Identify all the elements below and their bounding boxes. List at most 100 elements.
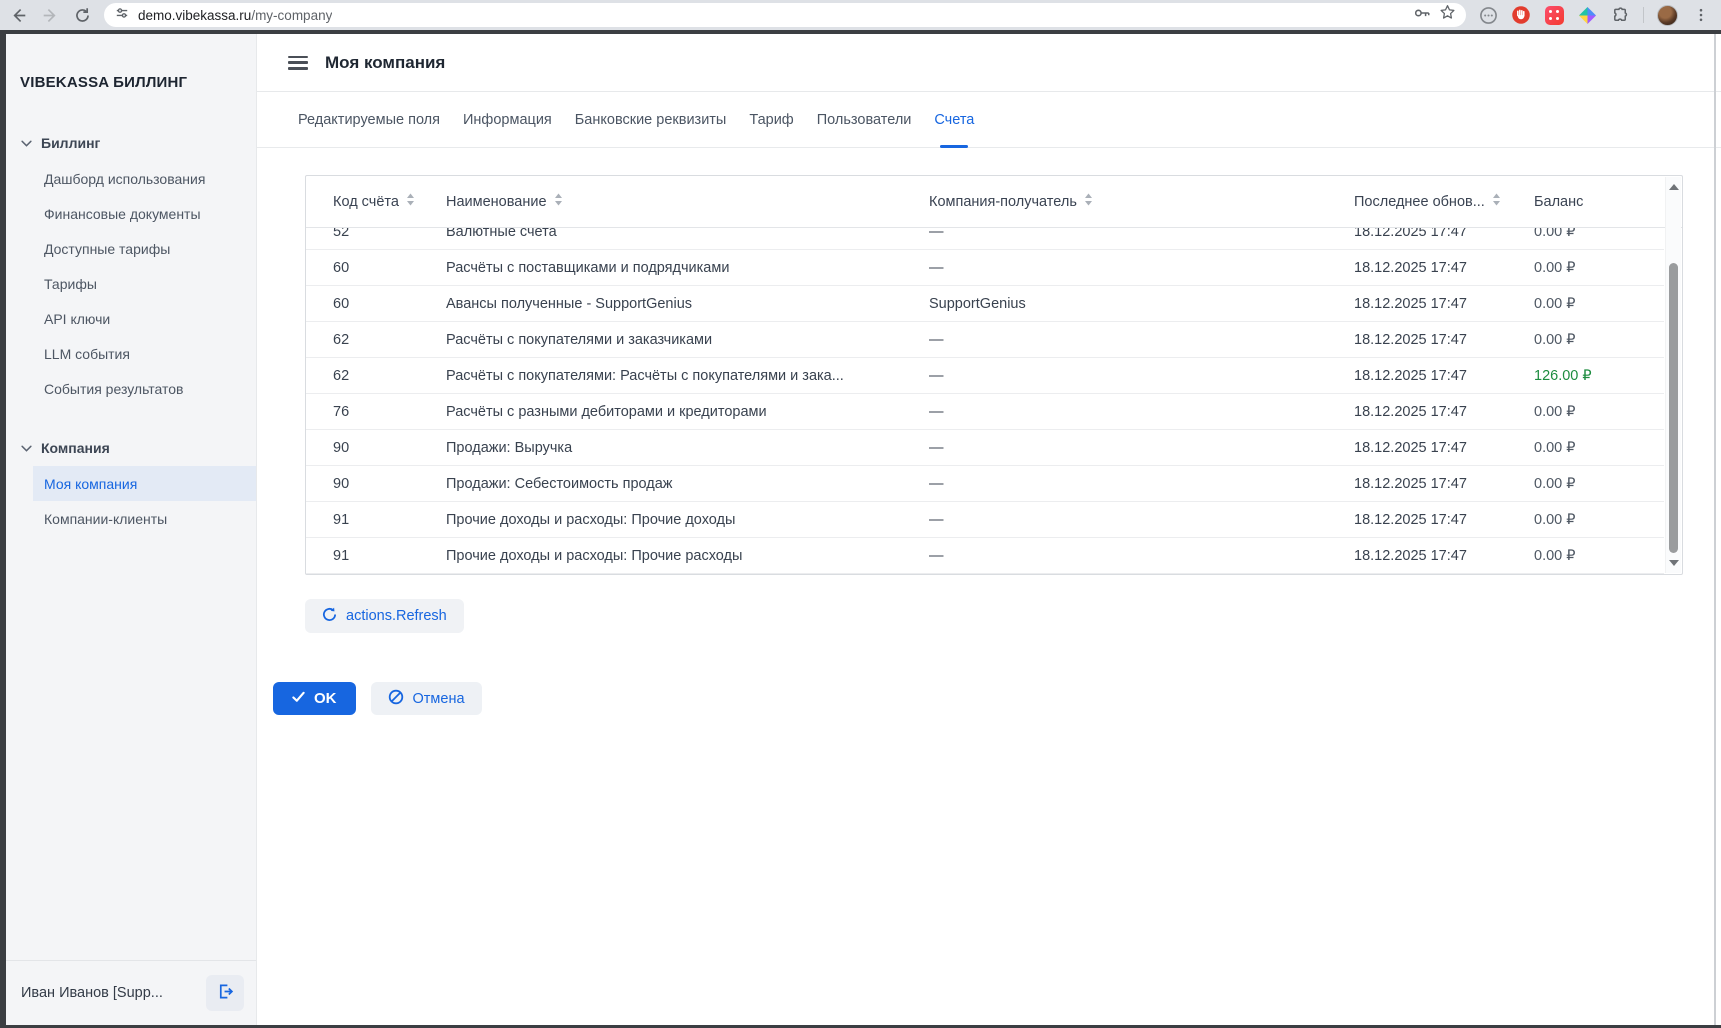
scrollbar-up-arrow-icon[interactable] [1669, 184, 1679, 190]
sort-icon [1084, 193, 1093, 210]
cell-recipient-company: — [929, 228, 1354, 240]
address-bar[interactable]: demo.vibekassa.ru/my-company [104, 3, 1466, 27]
sort-icon [554, 193, 563, 210]
profile-avatar[interactable] [1657, 5, 1678, 26]
logout-button[interactable] [206, 975, 244, 1011]
table-row[interactable]: 91 Прочие доходы и расходы: Прочие расхо… [306, 538, 1664, 574]
table-viewport: 52 Валютные счета — 18.12.2025 17:47 0.0… [306, 228, 1664, 574]
tab[interactable]: Тариф [749, 92, 793, 147]
check-icon [292, 690, 305, 707]
section-header-company[interactable]: Компания [6, 430, 256, 466]
url-text[interactable]: demo.vibekassa.ru/my-company [138, 8, 332, 23]
url-path: /my-company [251, 8, 332, 23]
hamburger-menu-icon[interactable] [288, 56, 308, 70]
circle-dots-extension-icon[interactable] [1478, 5, 1498, 25]
tab[interactable]: Счета [934, 92, 974, 147]
page-scrollbar[interactable] [1714, 34, 1716, 1025]
nav-section-billing: Биллинг Дашборд использования Финансовые… [6, 125, 256, 406]
cancel-button[interactable]: Отмена [371, 682, 482, 715]
refresh-button[interactable]: actions.Refresh [305, 599, 464, 633]
cell-account-name: Расчёты с покупателями и заказчиками [446, 332, 929, 348]
table-rows: 52 Валютные счета — 18.12.2025 17:47 0.0… [306, 228, 1664, 574]
password-key-icon[interactable] [1413, 4, 1431, 27]
cell-account-code: 90 [333, 440, 446, 456]
column-header[interactable]: Наименование [446, 193, 929, 210]
window-frame-left [0, 34, 6, 1028]
cell-last-updated: 18.12.2025 17:47 [1354, 296, 1534, 312]
table-row[interactable]: 60 Авансы полученные - SupportGenius Sup… [306, 286, 1664, 322]
cell-balance: 126.00 ₽ [1534, 368, 1664, 384]
diamond-extension-icon[interactable] [1577, 5, 1597, 25]
chevron-down-icon [21, 439, 32, 457]
tab-label: Счета [934, 112, 974, 128]
section-label: Биллинг [41, 135, 100, 151]
sidebar-item[interactable]: Компании-клиенты [33, 501, 256, 536]
browser-menu-icon[interactable] [1691, 5, 1711, 25]
stop-hand-adblock-icon[interactable] [1511, 5, 1531, 25]
bookmark-star-icon[interactable] [1439, 4, 1456, 26]
sidebar-item[interactable]: Моя компания [33, 466, 256, 501]
table-row[interactable]: 60 Расчёты с поставщиками и подрядчиками… [306, 250, 1664, 286]
cell-account-code: 60 [333, 260, 446, 276]
cell-account-name: Авансы полученные - SupportGenius [446, 296, 929, 312]
site-info-icon[interactable] [114, 5, 130, 26]
accounts-table: Код счёта Наименование [305, 175, 1683, 575]
column-header[interactable]: Последнее обнов... [1354, 193, 1534, 210]
column-header[interactable]: Компания-получатель [929, 193, 1354, 210]
ok-button[interactable]: OK [273, 682, 356, 715]
extension-cluster [1478, 5, 1711, 26]
sidebar-item[interactable]: LLM события [33, 336, 256, 371]
cell-last-updated: 18.12.2025 17:47 [1354, 332, 1534, 348]
browser-forward-icon[interactable] [40, 5, 60, 25]
table-row[interactable]: 52 Валютные счета — 18.12.2025 17:47 0.0… [306, 228, 1664, 250]
ok-label: OK [314, 690, 337, 707]
cell-balance: 0.00 ₽ [1534, 440, 1664, 456]
pink-grid-extension-icon[interactable] [1544, 5, 1564, 25]
sidebar-item-label: Моя компания [44, 476, 137, 492]
scrollbar-down-arrow-icon[interactable] [1669, 560, 1679, 566]
column-header[interactable]: Код счёта [333, 193, 446, 210]
browser-back-icon[interactable] [8, 5, 28, 25]
column-label: Код счёта [333, 194, 399, 210]
tab-label: Тариф [749, 112, 793, 128]
column-header[interactable]: Баланс [1534, 194, 1664, 210]
scrollbar-thumb[interactable] [1669, 263, 1678, 553]
section-header-billing[interactable]: Биллинг [6, 125, 256, 161]
cell-recipient-company: — [929, 440, 1354, 456]
cell-account-code: 62 [333, 368, 446, 384]
toolbar-separator [1643, 7, 1644, 23]
sidebar-item-label: Доступные тарифы [44, 241, 170, 257]
tab[interactable]: Банковские реквизиты [575, 92, 727, 147]
sidebar-item[interactable]: Доступные тарифы [33, 231, 256, 266]
cell-recipient-company: — [929, 404, 1354, 420]
cell-last-updated: 18.12.2025 17:47 [1354, 260, 1534, 276]
table-row[interactable]: 91 Прочие доходы и расходы: Прочие доход… [306, 502, 1664, 538]
table-row[interactable]: 62 Расчёты с покупателями и заказчиками … [306, 322, 1664, 358]
cell-account-code: 60 [333, 296, 446, 312]
tab[interactable]: Информация [463, 92, 552, 147]
table-row[interactable]: 62 Расчёты с покупателями: Расчёты с пок… [306, 358, 1664, 394]
table-row[interactable]: 90 Продажи: Выручка — 18.12.2025 17:47 0… [306, 430, 1664, 466]
tab[interactable]: Редактируемые поля [298, 92, 440, 147]
table-row[interactable]: 76 Расчёты с разными дебиторами и кредит… [306, 394, 1664, 430]
cell-balance: 0.00 ₽ [1534, 332, 1664, 348]
puzzle-extensions-icon[interactable] [1610, 5, 1630, 25]
sidebar-item[interactable]: API ключи [33, 301, 256, 336]
refresh-label: actions.Refresh [346, 608, 447, 624]
cell-last-updated: 18.12.2025 17:47 [1354, 404, 1534, 420]
tab[interactable]: Пользователи [817, 92, 912, 147]
cell-account-name: Прочие доходы и расходы: Прочие доходы [446, 512, 929, 528]
browser-toolbar: demo.vibekassa.ru/my-company [0, 0, 1721, 30]
sidebar-item[interactable]: Тарифы [33, 266, 256, 301]
sidebar-item[interactable]: Финансовые документы [33, 196, 256, 231]
sidebar-item[interactable]: Дашборд использования [33, 161, 256, 196]
sidebar-item[interactable]: События результатов [33, 371, 256, 406]
cell-last-updated: 18.12.2025 17:47 [1354, 228, 1534, 240]
cell-account-name: Расчёты с покупателями: Расчёты с покупа… [446, 368, 929, 384]
table-row[interactable]: 90 Продажи: Себестоимость продаж — 18.12… [306, 466, 1664, 502]
block-icon [388, 689, 404, 709]
sidebar-item-label: API ключи [44, 311, 110, 327]
browser-refresh-icon[interactable] [72, 5, 92, 25]
cell-account-code: 91 [333, 548, 446, 564]
cell-balance: 0.00 ₽ [1534, 296, 1664, 312]
